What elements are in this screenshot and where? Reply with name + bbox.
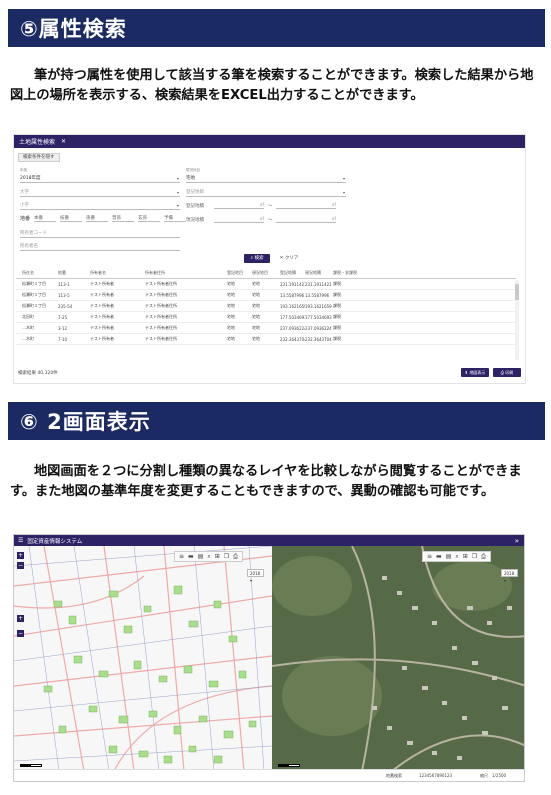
lot-part-input[interactable]: 曾孫 <box>112 215 135 222</box>
owner-name-input[interactable]: 所有者名 <box>20 241 180 251</box>
lot-part-input[interactable]: 玄孫 <box>138 215 161 222</box>
print-button[interactable]: ⎙ 印刷 <box>493 368 521 377</box>
split-map-screenshot: ☰ 固定資産情報システム » + − + − ≡ ▬ ▤ ⌕ ⊞ ❐ ⎙ 201… <box>13 534 525 782</box>
app-titlebar: ☰ 固定資産情報システム » <box>14 535 524 546</box>
grid-icon[interactable]: ⊞ <box>215 553 220 560</box>
table-row[interactable]: …木町 3-12 テスト所有者 テスト所有者住所 宅地 宅地 237.0936224 237.… <box>16 323 516 334</box>
zoom-in-button[interactable]: + <box>17 615 24 622</box>
section-6-body: 地図画面を２つに分割し種類の異なるレイヤを比較しながら閲覧することができます。ま… <box>10 464 522 499</box>
search-icon: ⌕ <box>250 256 254 261</box>
left-map-pane[interactable]: + − + − ≡ ▬ ▤ ⌕ ⊞ ❐ ⎙ 2018 ▾ <box>14 546 272 771</box>
lot-part-input[interactable]: 予備 <box>164 215 187 222</box>
menu-icon[interactable]: ☰ <box>18 537 23 544</box>
parcel-map <box>14 546 272 771</box>
app-title: 固定資産情報システム <box>27 538 83 545</box>
grid-icon[interactable]: ⊞ <box>463 553 468 560</box>
lot-part-input[interactable]: 本番 <box>34 215 57 222</box>
table-header: 所在名 地番 所有者名 所有者住所 登記地目 現況地目 登記地積 現況地積 課税… <box>16 268 516 279</box>
close-icon[interactable]: ✕ <box>61 138 66 145</box>
chevron-down-icon: ▾ <box>342 176 345 181</box>
result-count: 検索結果 40,320件 <box>18 371 58 376</box>
layers-icon[interactable]: ≡ <box>179 553 184 560</box>
chevron-down-icon: ▾ <box>176 203 179 208</box>
section-5-title: ⑤属性検索 <box>8 9 545 47</box>
lot-part-input[interactable]: 枝番 <box>60 215 83 222</box>
lot-part-input[interactable]: 孫番 <box>86 215 109 222</box>
section-6-title: ⑥ 2画面表示 <box>8 402 545 440</box>
lot-code: 1234567890123 <box>419 773 453 778</box>
table-row[interactable]: 松瀬町１丁目 113-5 テスト所有者 テスト所有者住所 宅地 宅地 13.5587996 1… <box>16 290 516 301</box>
scale-label: 縮尺 <box>480 773 488 778</box>
year-select[interactable]: 2018 ▾ <box>247 569 264 583</box>
land-type-select[interactable]: 現況地目 宅地 ▾ <box>186 168 346 183</box>
scale-bar <box>20 764 42 767</box>
table-row[interactable]: 松瀬町１丁目 113-1 テスト所有者 テスト所有者住所 宅地 宅地 231.1911421… <box>16 279 516 290</box>
table-scrollbar[interactable] <box>515 280 519 360</box>
map-toolbar: ≡ ▬ ▤ ⌕ ⊞ ❐ ⎙ <box>422 551 491 562</box>
search-icon[interactable]: ⌕ <box>207 553 210 561</box>
status-bar: 地番検索 1234567890123 縮尺 1/2500 <box>14 769 524 781</box>
scale-bar <box>278 764 300 767</box>
chevron-down-icon: ▾ <box>176 190 179 195</box>
clear-button[interactable]: ✕ クリア <box>274 254 304 263</box>
copy-icon[interactable]: ❐ <box>224 553 229 560</box>
registered-area-range: 登記地積 ㎡ 〜 ㎡ <box>186 202 336 209</box>
table-row[interactable]: 松瀬町１丁目 235-54 テスト所有者 テスト所有者住所 宅地 宅地 193.162165… <box>16 301 516 312</box>
zoom-out-button[interactable]: − <box>17 630 24 637</box>
scale-value[interactable]: 1/2500 <box>492 773 506 778</box>
close-icon: ✕ <box>279 256 284 261</box>
current-area-range: 現況地積 ㎡ 〜 ㎡ <box>186 216 336 223</box>
chevron-down-icon: ▾ <box>342 190 345 195</box>
table-row[interactable]: 北田町 7-25 テスト所有者 テスト所有者住所 宅地 宅地 177.5034693 177.… <box>16 312 516 323</box>
measure-icon[interactable]: ▬ <box>188 553 194 560</box>
scrollbar-thumb[interactable] <box>515 284 519 300</box>
section-5-body: 筆が持つ属性を使用して該当する筆を検索することができます。検索した結果から地図上… <box>10 68 534 103</box>
table-row[interactable]: …木町 7-10 テスト所有者 テスト所有者住所 宅地 宅地 232.3643704 232.… <box>16 334 516 345</box>
ward-select[interactable]: 大字 ▾ <box>20 187 180 197</box>
aerial-map <box>272 546 524 771</box>
year-select[interactable]: 2018 ▾ <box>501 569 518 583</box>
chevron-down-icon: ▾ <box>176 176 179 181</box>
results-table: 所在名 地番 所有者名 所有者住所 登記地目 現況地目 登記地積 現況地積 課税… <box>16 268 516 345</box>
registered-type-select[interactable]: 登記地目 ▾ <box>186 187 346 197</box>
search-tab-title: 土地属性検索 <box>19 139 56 146</box>
zoom-out-button[interactable]: − <box>17 562 24 569</box>
lot-search-label[interactable]: 地番検索 <box>386 773 402 779</box>
measure-icon[interactable]: ▬ <box>436 553 442 560</box>
hide-conditions-button[interactable]: 検索条件を隠す <box>18 153 60 162</box>
print-icon: ⎙ <box>500 370 504 375</box>
area-to-input[interactable]: ㎡ <box>276 216 336 223</box>
area-from-input[interactable]: ㎡ <box>214 216 264 223</box>
chome-select[interactable]: 小字 ▾ <box>20 200 180 210</box>
owner-code-input[interactable]: 所有者コード <box>20 228 180 238</box>
copy-icon[interactable]: ❐ <box>472 553 477 560</box>
search-tab-bar: 土地属性検索 ✕ <box>14 135 525 148</box>
print-icon[interactable]: ⎙ <box>233 553 238 561</box>
attribute-search-screenshot: 土地属性検索 ✕ 検索条件を隠す 年度 2018年度 ▾ 大字 ▾ 小字 ▾ 地… <box>13 134 526 384</box>
search-icon[interactable]: ⌕ <box>455 553 458 561</box>
layers-icon[interactable]: ≡ <box>427 553 432 560</box>
print-icon[interactable]: ⎙ <box>481 553 486 561</box>
map-display-button[interactable]: ⬆ 地図表示 <box>461 368 489 377</box>
search-button[interactable]: ⌕ 検索 <box>244 254 270 263</box>
year-select[interactable]: 年度 2018年度 ▾ <box>20 168 180 183</box>
select-icon[interactable]: ▤ <box>198 553 204 560</box>
select-icon[interactable]: ▤ <box>446 553 452 560</box>
area-to-input[interactable]: ㎡ <box>276 202 336 209</box>
right-map-pane[interactable]: ≡ ▬ ▤ ⌕ ⊞ ❐ ⎙ 2018 ▾ <box>272 546 524 771</box>
lot-number-inputs: 地番 本番 枝番 孫番 曾孫 玄孫 予備 <box>20 215 187 222</box>
pin-icon: ⬆ <box>464 370 469 375</box>
map-toolbar: ≡ ▬ ▤ ⌕ ⊞ ❐ ⎙ <box>174 551 243 562</box>
expand-icon[interactable]: » <box>515 537 519 545</box>
zoom-in-button[interactable]: + <box>17 552 24 559</box>
area-from-input[interactable]: ㎡ <box>214 202 264 209</box>
